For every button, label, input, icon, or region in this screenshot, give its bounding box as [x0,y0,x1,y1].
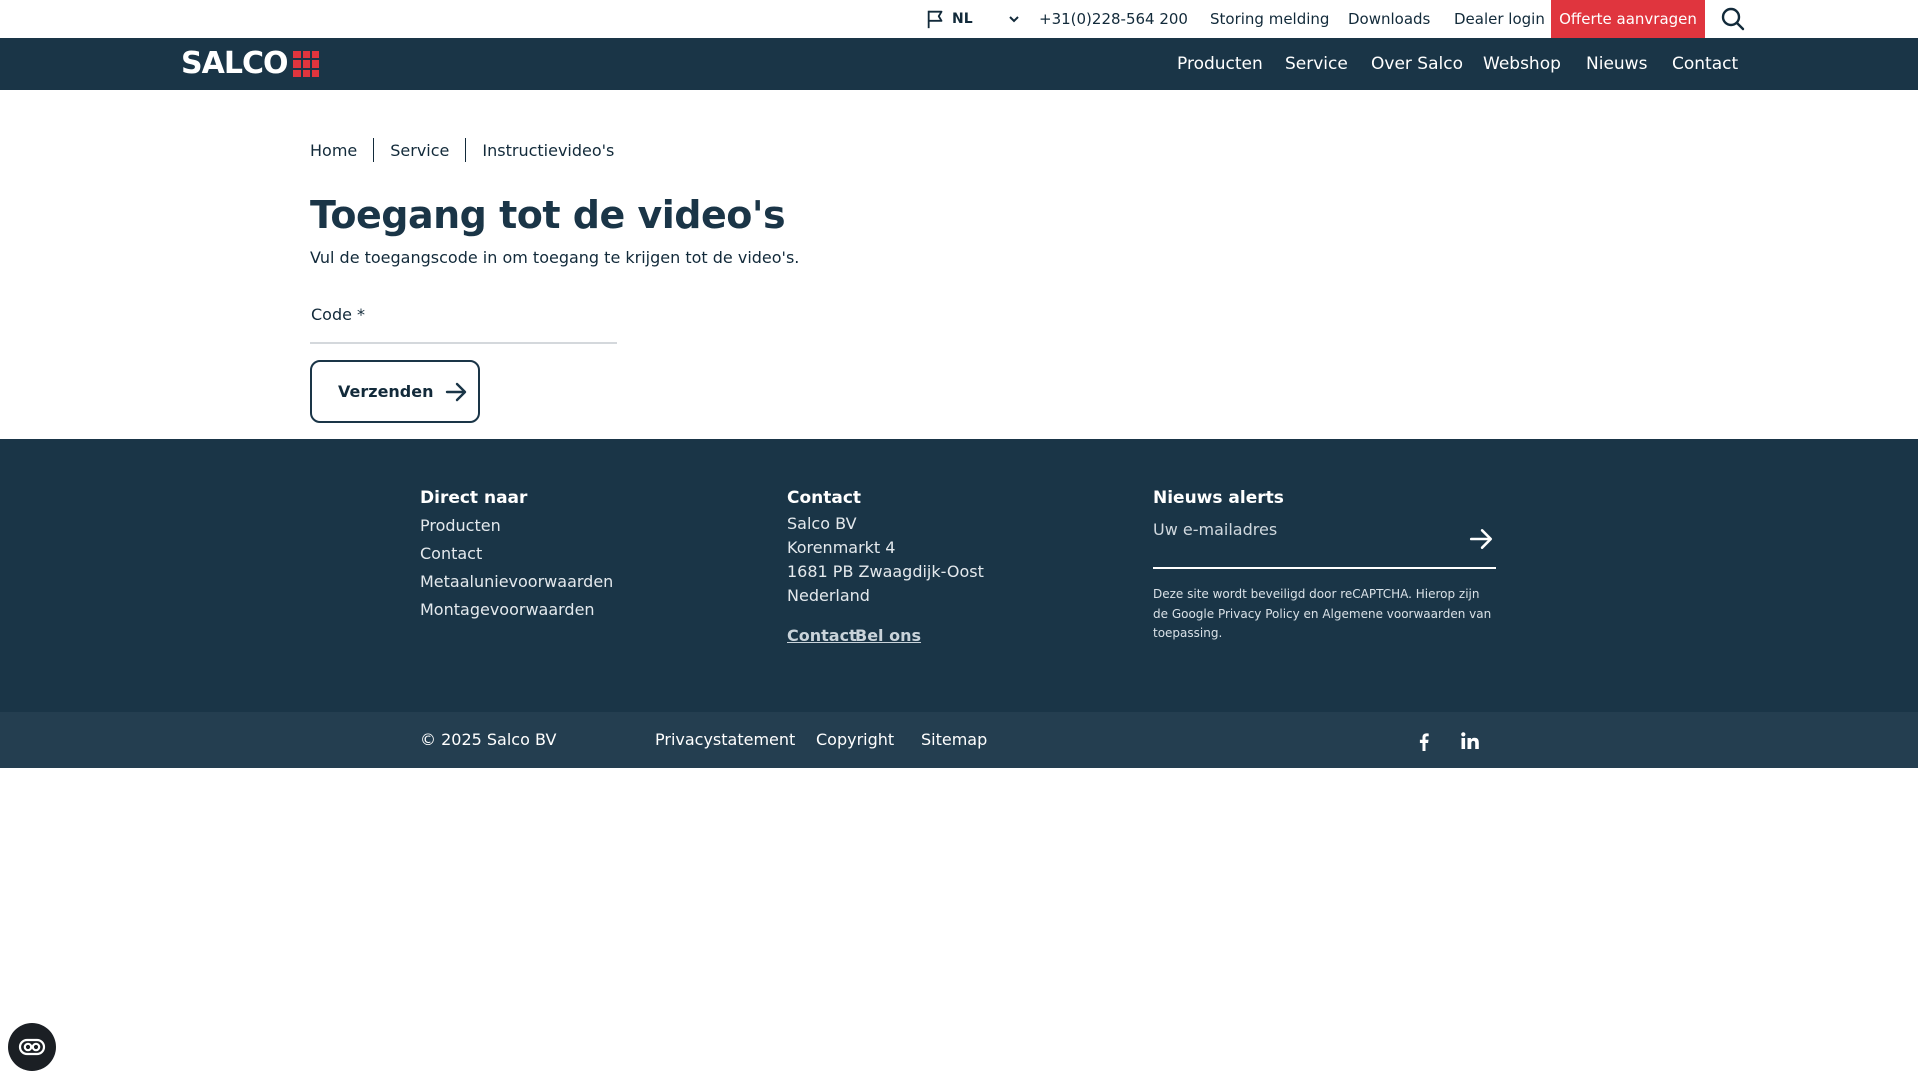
footer-link-producten[interactable]: Producten [420,516,501,535]
breadcrumb-service[interactable]: Service [390,141,449,160]
accessibility-icon [18,1038,46,1056]
code-input[interactable] [310,326,617,344]
nav-webshop[interactable]: Webshop [1483,38,1561,90]
nav-nieuws[interactable]: Nieuws [1586,38,1647,90]
copyright-text: © 2025 Salco BV [420,730,557,749]
phone-link[interactable]: +31(0)228-564 200 [1039,0,1188,38]
footer-address-company: Salco BV [787,514,857,533]
nav-contact[interactable]: Contact [1672,38,1738,90]
breadcrumb-home[interactable]: Home [310,141,357,160]
verzenden-label: Verzenden [338,382,434,401]
nav-producten[interactable]: Producten [1177,38,1263,90]
chevron-down-icon [1009,16,1019,23]
footer-contact-title: Contact [787,488,862,508]
footer-address-country: Nederland [787,586,870,605]
footer-link-contact[interactable]: Contact [420,544,482,563]
downloads-link[interactable]: Downloads [1348,0,1430,38]
accessibility-button[interactable] [8,1023,56,1071]
facebook-icon[interactable] [1414,731,1434,751]
sitemap-link[interactable]: Sitemap [921,712,987,768]
code-field-label: Code * [311,305,366,324]
footer-link-montagevoorwaarden[interactable]: Montagevoorwaarden [420,600,595,619]
storing-melding-link[interactable]: Storing melding [1210,0,1329,38]
footer-direct-title: Direct naar [420,488,528,508]
email-underline [1153,567,1496,569]
language-code: NL [952,11,973,27]
footer-bel-ons-link[interactable]: Bel ons [855,626,921,645]
breadcrumb-separator [373,138,375,162]
top-utility-bar: NL +31(0)228-564 200 Storing melding Dow… [0,0,1918,38]
footer-address-street: Korenmarkt 4 [787,538,896,557]
flag-icon [927,10,943,29]
arrow-right-icon[interactable] [1468,526,1494,552]
copyright-link[interactable]: Copyright [816,712,894,768]
recaptcha-notice: Deze site wordt beveiligd door reCAPTCHA… [1153,587,1492,640]
main-navigation: SALCO Producten Service Over Salco Websh… [0,38,1918,90]
verzenden-button[interactable]: Verzenden [310,360,480,423]
logo-grid-icon [293,51,320,77]
search-icon[interactable] [1720,6,1746,32]
breadcrumb: Home Service Instructievideo's [310,138,614,162]
offerte-aanvragen-button[interactable]: Offerte aanvragen [1551,0,1705,38]
newsletter-email-input[interactable] [1153,517,1473,541]
linkedin-icon[interactable] [1460,731,1480,751]
arrow-right-icon [445,382,467,402]
nav-over-salco[interactable]: Over Salco [1371,38,1463,90]
breadcrumb-current: Instructievideo's [482,140,615,160]
footer-address-city: 1681 PB Zwaagdijk-Oost [787,562,984,581]
logo-wordmark: SALCO [181,46,288,81]
dealer-login-link[interactable]: Dealer login [1454,0,1545,38]
page-intro: Vul de toegangscode in om toegang te kri… [310,248,800,267]
page-title: Toegang tot de video's [310,193,786,237]
footer-contact-link[interactable]: Contact [787,626,857,645]
breadcrumb-separator [465,138,467,162]
language-selector[interactable]: NL [925,0,1019,38]
salco-logo[interactable]: SALCO [181,46,320,81]
footer-news-title: Nieuws alerts [1153,488,1284,508]
footer-link-metaalunievoorwaarden[interactable]: Metaalunievoorwaarden [420,572,613,591]
nav-service[interactable]: Service [1285,38,1348,90]
sub-footer: © 2025 Salco BV Privacystatement Copyrig… [0,712,1918,768]
privacystatement-link[interactable]: Privacystatement [655,712,795,768]
